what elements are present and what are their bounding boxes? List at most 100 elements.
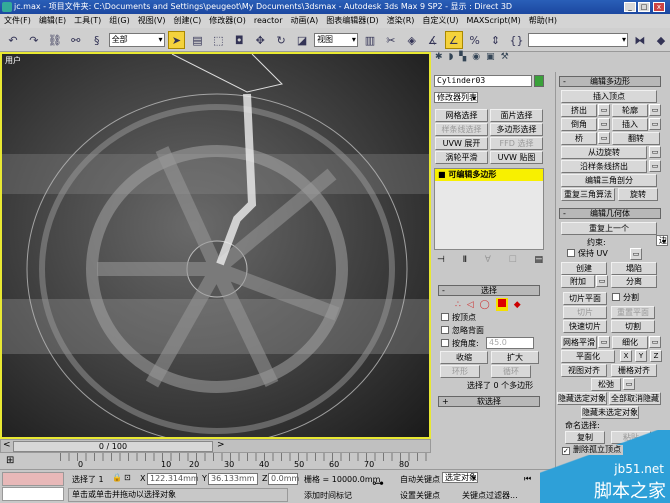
minimize-button[interactable]: _: [624, 2, 636, 12]
scale-icon[interactable]: ◪: [293, 31, 311, 49]
lock-icon[interactable]: 🔒: [112, 473, 122, 482]
bevel-settings-icon[interactable]: ▭: [598, 118, 610, 130]
show-end-result-icon[interactable]: Ⅱ: [463, 255, 467, 265]
menu-edit[interactable]: 编辑(E): [39, 14, 66, 28]
unlink-icon[interactable]: ⚯: [67, 31, 85, 49]
menu-tools[interactable]: 工具(T): [74, 14, 101, 28]
hinge-settings-icon[interactable]: ▭: [649, 146, 661, 158]
spline-select-button[interactable]: 样条线选择: [435, 123, 488, 136]
outline-button[interactable]: 轮廓: [612, 104, 648, 117]
turn-button[interactable]: 旋转: [618, 188, 658, 201]
motion-tab-icon[interactable]: ◉: [472, 52, 480, 68]
add-time-tag[interactable]: 添加时间标记: [304, 490, 352, 501]
set-key-button[interactable]: 设置关键点: [400, 490, 440, 501]
mesh-select-button[interactable]: 网格选择: [435, 109, 488, 122]
menu-group[interactable]: 组(G): [109, 14, 129, 28]
menu-maxscript[interactable]: MAXScript(M): [467, 14, 521, 28]
grow-button[interactable]: 扩大: [491, 351, 539, 364]
z-coord-field[interactable]: 0.0mm: [268, 473, 299, 485]
border-level-icon[interactable]: ◯: [480, 300, 490, 310]
percent-snap-icon[interactable]: %: [466, 31, 484, 49]
stack-item-editable-poly[interactable]: ■ 可编辑多边形: [435, 169, 543, 181]
edit-geometry-rollout-header[interactable]: - 编辑几何体: [559, 208, 661, 219]
meshsmooth-button[interactable]: 网格平滑: [561, 336, 597, 349]
relax-button[interactable]: 松弛: [591, 378, 621, 391]
move-icon[interactable]: ✥: [251, 31, 269, 49]
mirror-icon[interactable]: ⧓: [631, 31, 649, 49]
selection-rollout-header[interactable]: - 选择: [438, 285, 540, 296]
inset-settings-icon[interactable]: ▭: [649, 118, 661, 130]
bind-space-warp-icon[interactable]: §: [88, 31, 106, 49]
hide-unselected-button[interactable]: 隐藏未选定对象: [581, 406, 639, 419]
ffd-select-button[interactable]: FFD 选择: [490, 137, 543, 150]
undo-icon[interactable]: ↶: [4, 31, 22, 49]
ring-button[interactable]: 环形: [440, 365, 480, 378]
pin-stack-icon[interactable]: ⊣: [437, 255, 445, 265]
ignore-backfacing-checkbox[interactable]: 忽略背面: [441, 326, 484, 336]
auto-key-button[interactable]: 自动关键点: [400, 474, 440, 485]
outline-settings-icon[interactable]: ▭: [649, 104, 661, 116]
named-selection-dropdown[interactable]: [528, 32, 629, 47]
select-arrow-icon[interactable]: ➤: [167, 30, 186, 49]
manipulate-icon[interactable]: ✂: [382, 31, 400, 49]
time-slider-thumb[interactable]: 0 / 100: [13, 441, 213, 452]
extrude-along-spline-button[interactable]: 沿样条线挤出: [561, 160, 647, 173]
bridge-button[interactable]: 桥: [561, 132, 597, 145]
hierarchy-tab-icon[interactable]: ▚: [459, 52, 466, 68]
display-tab-icon[interactable]: ▣: [486, 52, 495, 68]
absolute-mode-icon[interactable]: ⊡: [124, 473, 131, 482]
by-vertex-checkbox[interactable]: 按顶点: [441, 313, 476, 323]
hinge-from-edge-button[interactable]: 从边旋转: [561, 146, 647, 159]
menu-reactor[interactable]: reactor: [254, 14, 283, 28]
prev-frame-icon[interactable]: <: [3, 440, 11, 450]
uvw-unwrap-button[interactable]: UVW 展开: [435, 137, 488, 150]
grid-align-button[interactable]: 栅格对齐: [611, 364, 657, 377]
tessellate-settings-icon[interactable]: ▭: [649, 336, 661, 348]
shrink-button[interactable]: 收缩: [440, 351, 488, 364]
goto-start-icon[interactable]: ⏮: [524, 474, 531, 484]
loop-button[interactable]: 循环: [491, 365, 531, 378]
attach-settings-icon[interactable]: ▭: [596, 275, 608, 287]
delete-isolated-checkbox[interactable]: ✓ 删除孤立顶点: [562, 445, 623, 455]
patch-select-button[interactable]: 面片选择: [490, 109, 543, 122]
planar-x-button[interactable]: X: [620, 350, 632, 362]
selection-filter-dropdown[interactable]: 全部: [108, 32, 165, 47]
maxscript-listener-white[interactable]: [2, 487, 64, 501]
poly-select-button[interactable]: 多边形选择: [490, 123, 543, 136]
key-mode-dropdown[interactable]: 选定对象: [442, 472, 478, 483]
utilities-tab-icon[interactable]: ⚒: [501, 52, 509, 68]
object-color-swatch[interactable]: [534, 75, 544, 87]
curve-editor-icon[interactable]: ⊞: [6, 455, 14, 466]
slice-button[interactable]: 切片: [563, 306, 607, 319]
reset-plane-button[interactable]: 重置平面: [611, 306, 655, 319]
tessellate-button[interactable]: 细化: [612, 336, 648, 349]
unhide-all-button[interactable]: 全部取消隐藏: [609, 392, 661, 405]
remove-modifier-icon[interactable]: ☐: [509, 255, 517, 265]
spinner-snap-icon[interactable]: ⇕: [487, 31, 505, 49]
inset-button[interactable]: 插入: [612, 118, 648, 131]
bevel-button[interactable]: 倒角: [561, 118, 597, 131]
select-by-name-icon[interactable]: ▤: [188, 31, 206, 49]
extrude-spline-settings-icon[interactable]: ▭: [649, 160, 661, 172]
create-tab-icon[interactable]: ✱: [435, 52, 443, 68]
constraint-dropdown[interactable]: 边: [655, 235, 668, 246]
menu-help[interactable]: 帮助(H): [529, 14, 557, 28]
menu-modifiers[interactable]: 修改器(O): [209, 14, 246, 28]
quickslice-button[interactable]: 快速切片: [563, 320, 607, 333]
view-align-button[interactable]: 视图对齐: [561, 364, 607, 377]
configure-sets-icon[interactable]: ▤: [534, 255, 543, 265]
next-frame-icon[interactable]: >: [217, 440, 225, 450]
extrude-settings-icon[interactable]: ▭: [598, 104, 610, 116]
modify-tab-icon[interactable]: ◗: [449, 52, 454, 68]
extrude-button[interactable]: 挤出: [561, 104, 597, 117]
element-level-icon[interactable]: ◆: [514, 300, 521, 310]
planar-z-button[interactable]: Z: [650, 350, 662, 362]
insert-vertex-button[interactable]: 插入顶点: [561, 90, 657, 103]
make-unique-icon[interactable]: ∀: [485, 255, 491, 265]
key-icon[interactable]: ⊶: [372, 476, 384, 490]
slice-plane-button[interactable]: 切片平面: [563, 292, 607, 305]
x-coord-field[interactable]: 122.314mm: [147, 473, 199, 485]
maxscript-listener-pink[interactable]: [2, 472, 64, 486]
pivot-center-icon[interactable]: ▥: [361, 31, 379, 49]
bridge-settings-icon[interactable]: ▭: [598, 132, 610, 144]
